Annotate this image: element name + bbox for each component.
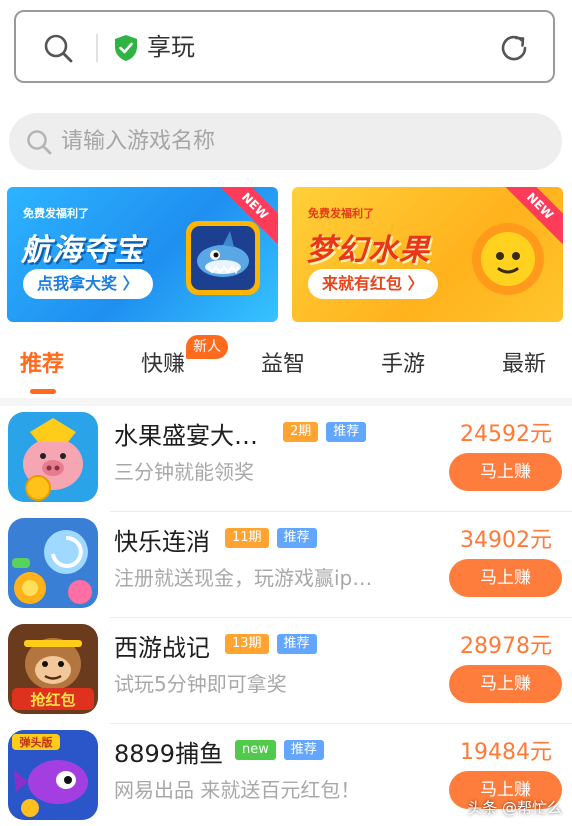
game-description: 网易出品 来就送百元红包！: [114, 778, 361, 802]
tab-mobile-games[interactable]: 手游: [381, 346, 425, 378]
game-description: 三分钟就能领奖: [114, 460, 254, 484]
browser-address-bar[interactable]: 享玩: [14, 10, 555, 83]
recommend-tag: 推荐: [283, 740, 324, 760]
game-name: 快乐连消: [114, 528, 210, 556]
banner-sea-treasure[interactable]: 免费发福利了 航海夺宝 点我拿大奖 〉 NEW: [7, 187, 278, 322]
active-tab-indicator: [30, 389, 56, 394]
game-tags: 11期 推荐: [225, 528, 317, 548]
game-reward: 28978元: [460, 634, 552, 659]
banner-title: 梦幻水果: [306, 233, 430, 268]
new-user-badge: 新人: [186, 335, 228, 359]
game-name: 水果盛宴大…: [114, 422, 258, 450]
address-divider: [96, 34, 98, 62]
game-search-input[interactable]: [61, 129, 521, 154]
tab-puzzle[interactable]: 益智: [261, 346, 305, 378]
game-reward: 24592元: [460, 422, 552, 447]
icon-art-text: 抢红包: [30, 691, 75, 709]
game-tags: 13期 推荐: [225, 634, 317, 654]
game-list-item[interactable]: 抢红包 西游战记 13期 推荐 试玩5分钟即可拿奖 28978元 马上赚: [0, 618, 572, 724]
shark-game-icon: [186, 221, 260, 295]
period-tag: 11期: [225, 528, 269, 548]
game-name: 西游战记: [114, 634, 210, 662]
section-divider: [0, 398, 572, 406]
refresh-icon[interactable]: [497, 31, 531, 65]
page-title: 享玩: [147, 33, 195, 61]
earn-now-button[interactable]: 马上赚: [449, 559, 562, 597]
period-tag: 13期: [225, 634, 269, 654]
new-tag: new: [235, 740, 276, 760]
banner-subtitle: 免费发福利了: [23, 207, 89, 220]
fruit-mascot-icon: [472, 223, 544, 295]
shield-check-icon: [115, 35, 137, 61]
banner-subtitle: 免费发福利了: [308, 207, 374, 220]
candy-game-icon: [8, 518, 98, 608]
tab-quick-earn[interactable]: 快赚: [141, 346, 185, 378]
watermark: 头条 @帮忙么: [467, 799, 562, 817]
game-description: 注册就送现金，玩游戏赢ip…: [114, 566, 373, 590]
category-tabs: 推荐 快赚 新人 益智 手游 最新: [0, 330, 572, 400]
game-description: 试玩5分钟即可拿奖: [114, 672, 287, 696]
recommend-tag: 推荐: [276, 528, 317, 548]
game-name: 8899捕鱼: [114, 740, 224, 768]
game-reward: 19484元: [460, 740, 552, 765]
tab-latest[interactable]: 最新: [502, 346, 546, 378]
tab-recommend[interactable]: 推荐: [20, 346, 64, 378]
banner-dream-fruit[interactable]: 免费发福利了 梦幻水果 来就有红包 〉 NEW: [292, 187, 563, 322]
earn-now-button[interactable]: 马上赚: [449, 665, 562, 703]
banner-claim-button[interactable]: 点我拿大奖 〉: [23, 269, 153, 299]
game-search-bar[interactable]: [9, 113, 562, 170]
earn-now-button[interactable]: 马上赚: [449, 453, 562, 491]
banner-title: 航海夺宝: [21, 233, 145, 268]
icon-art-text: 弹头版: [20, 735, 53, 749]
game-reward: 34902元: [460, 528, 552, 553]
game-list-item[interactable]: 水果盛宴大… 2期 推荐 三分钟就能领奖 24592元 马上赚: [0, 406, 572, 512]
search-icon[interactable]: [42, 32, 74, 64]
banner-claim-button[interactable]: 来就有红包 〉: [308, 269, 438, 299]
game-tags: new 推荐: [235, 740, 324, 760]
period-tag: 2期: [283, 422, 319, 442]
game-tags: 2期 推荐: [283, 422, 367, 442]
fishing-game-icon: 弹头版: [8, 730, 98, 820]
recommend-tag: 推荐: [326, 422, 367, 442]
game-list-item[interactable]: 快乐连消 11期 推荐 注册就送现金，玩游戏赢ip… 34902元 马上赚: [0, 512, 572, 618]
search-icon: [27, 129, 52, 154]
recommend-tag: 推荐: [276, 634, 317, 654]
monkey-king-game-icon: 抢红包: [8, 624, 98, 714]
pig-game-icon: [8, 412, 98, 502]
